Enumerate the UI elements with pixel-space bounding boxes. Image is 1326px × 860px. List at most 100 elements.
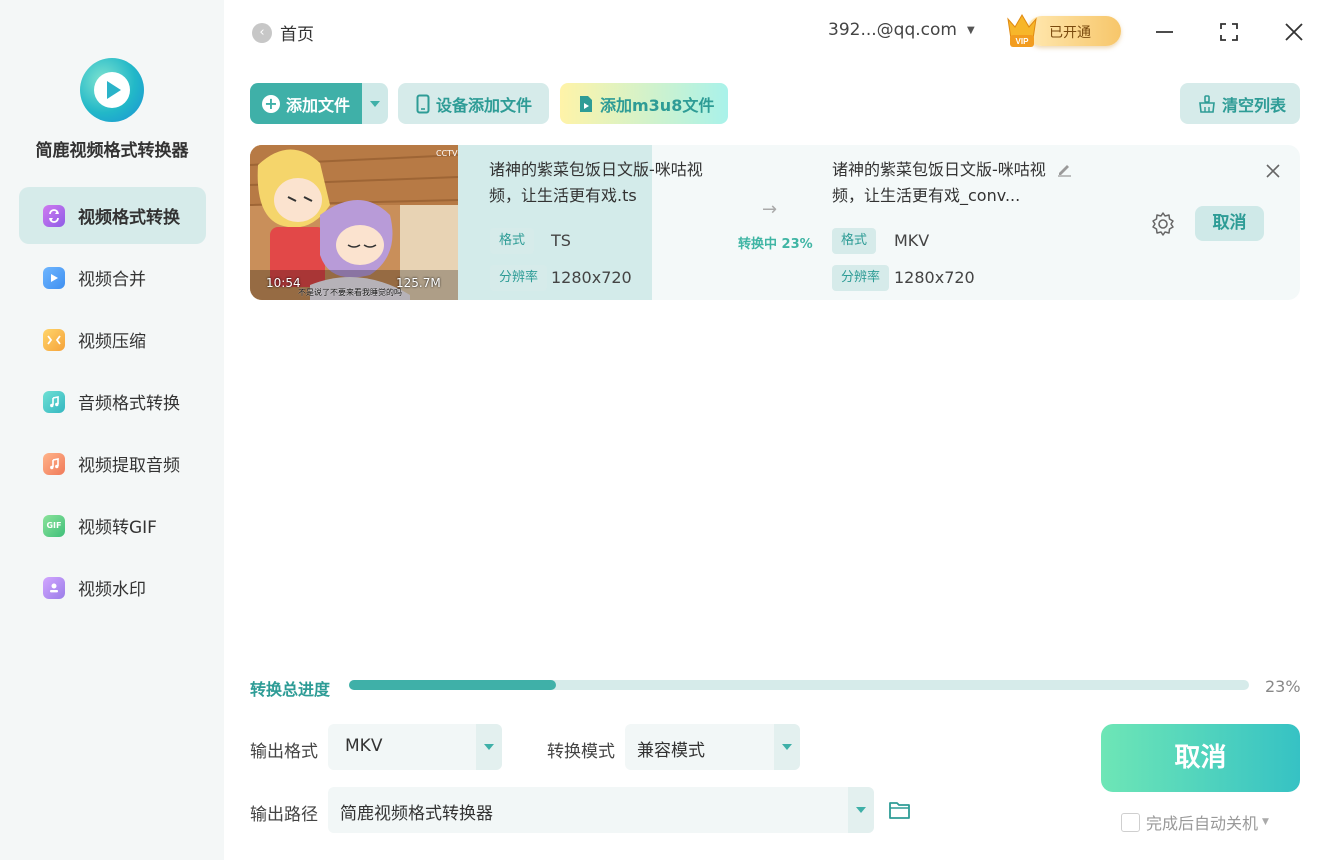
sidebar-item-extract-audio[interactable]: 视频提取音频	[19, 435, 206, 492]
add-file-button[interactable]: + 添加文件	[250, 83, 362, 124]
gif-icon: GIF	[43, 514, 65, 537]
total-progress-bar	[349, 680, 1249, 690]
vip-badge-text: VIP	[1016, 37, 1030, 46]
target-format-tag: 格式	[832, 228, 877, 254]
add-m3u8-label: 添加m3u8文件	[600, 95, 715, 115]
convert-icon	[43, 204, 65, 227]
convert-mode-value: 兼容模式	[637, 741, 705, 761]
close-icon	[1285, 23, 1303, 41]
sidebar-item-video-merge[interactable]: 视频合并	[19, 249, 206, 306]
convert-mode-select[interactable]: 兼容模式	[625, 724, 800, 770]
output-path-select[interactable]: 简鹿视频格式转换器	[328, 787, 874, 833]
add-file-dropdown[interactable]	[362, 83, 388, 124]
home-link[interactable]: ‹ 首页	[252, 20, 314, 45]
video-subtitle: 不是说了不要来看我睡觉的吗	[298, 288, 402, 297]
source-format-tag: 格式	[490, 228, 535, 254]
chevron-down-icon	[856, 807, 866, 813]
compress-icon	[43, 328, 65, 351]
sidebar-item-label: 视频提取音频	[78, 456, 180, 476]
video-thumbnail[interactable]: CCTV 10:54 125.7M 不是说了不要来看我睡觉的吗	[250, 145, 458, 300]
minimize-button[interactable]	[1151, 18, 1179, 46]
sidebar-item-label: 视频格式转换	[78, 208, 180, 228]
chevron-down-icon	[484, 744, 494, 750]
account-email: 392...@qq.com	[828, 20, 957, 40]
phone-icon	[416, 94, 430, 114]
chevron-down-icon	[782, 744, 792, 750]
merge-icon	[43, 266, 65, 289]
add-m3u8-button[interactable]: 添加m3u8文件	[560, 83, 728, 124]
account-menu[interactable]: 392...@qq.com ▼	[828, 20, 975, 40]
clear-list-button[interactable]: 清空列表	[1180, 83, 1300, 124]
video-size: 125.7M	[396, 276, 441, 290]
broom-icon	[1198, 94, 1216, 113]
edit-icon[interactable]	[1056, 161, 1072, 181]
sidebar-item-label: 音频格式转换	[78, 394, 180, 414]
watermark-icon	[43, 576, 65, 599]
sidebar-item-audio-format-convert[interactable]: 音频格式转换	[19, 373, 206, 430]
music-icon	[43, 390, 65, 413]
clear-list-label: 清空列表	[1222, 95, 1287, 115]
maximize-icon	[1220, 23, 1238, 41]
source-filename: 诸神的紫菜包饭日文版-咪咕视频，让生活更有戏.ts	[489, 160, 703, 205]
sidebar-item-video-format-convert[interactable]: 视频格式转换	[19, 187, 206, 244]
sidebar-item-video-to-gif[interactable]: GIF 视频转GIF	[19, 497, 206, 554]
vip-status: 已开通	[1049, 25, 1091, 41]
video-file-icon	[578, 95, 594, 113]
close-window-button[interactable]	[1280, 18, 1308, 46]
settings-button[interactable]	[1150, 211, 1176, 237]
sidebar-item-label: 视频转GIF	[78, 518, 157, 538]
sidebar-item-label: 视频水印	[78, 580, 146, 600]
dropdown-toggle	[774, 724, 800, 770]
cancel-file-button[interactable]: 取消	[1195, 206, 1264, 241]
channel-logo: CCTV	[436, 149, 458, 158]
total-progress-percent: 23%	[1265, 677, 1301, 696]
dropdown-toggle	[848, 787, 874, 833]
extract-audio-icon	[43, 452, 65, 475]
output-format-value: MKV	[345, 736, 383, 756]
app-logo	[80, 58, 144, 122]
source-format-value: TS	[551, 231, 571, 250]
minimize-icon	[1156, 31, 1173, 33]
total-progress-fill	[349, 680, 556, 690]
plus-icon: +	[262, 94, 280, 113]
target-filename: 诸神的紫菜包饭日文版-咪咕视频，让生活更有戏_conv...	[832, 160, 1046, 205]
device-add-label: 设备添加文件	[436, 95, 533, 115]
maximize-button[interactable]	[1215, 18, 1243, 46]
folder-icon	[889, 802, 910, 819]
source-resolution-tag: 分辨率	[490, 265, 548, 291]
sidebar-item-video-compress[interactable]: 视频压缩	[19, 311, 206, 368]
target-resolution-tag: 分辨率	[832, 265, 890, 291]
output-path-value: 简鹿视频格式转换器	[340, 804, 493, 824]
output-format-select[interactable]: MKV	[328, 724, 502, 770]
auto-shutdown-label: 完成后自动关机	[1146, 814, 1259, 833]
convert-mode-label: 转换模式	[547, 742, 615, 762]
sidebar-item-video-watermark[interactable]: 视频水印	[19, 559, 206, 616]
crown-icon: VIP	[1007, 14, 1037, 47]
gear-icon	[1152, 212, 1174, 236]
add-file-label: 添加文件	[286, 95, 351, 115]
auto-shutdown-checkbox[interactable]	[1121, 812, 1140, 832]
dropdown-toggle	[476, 724, 502, 770]
target-format-value: MKV	[894, 231, 930, 250]
sidebar-item-label: 视频合并	[78, 270, 146, 290]
home-label: 首页	[280, 25, 314, 45]
sidebar-item-label: 视频压缩	[78, 332, 146, 352]
conversion-status: 转换中 23%	[738, 237, 813, 252]
remove-file-button[interactable]	[1263, 161, 1283, 181]
device-add-file-button[interactable]: 设备添加文件	[398, 83, 549, 124]
auto-shutdown-toggle[interactable]: 完成后自动关机 ▼	[1121, 810, 1269, 834]
app-name: 简鹿视频格式转换器	[35, 141, 189, 161]
output-format-label: 输出格式	[250, 742, 318, 762]
caret-down-icon: ▼	[1262, 817, 1269, 827]
target-resolution-value: 1280x720	[894, 268, 975, 287]
file-row: CCTV 10:54 125.7M 不是说了不要来看我睡觉的吗 诸神的紫菜包饭日…	[250, 145, 1300, 300]
video-duration: 10:54	[266, 276, 301, 290]
output-path-label: 输出路径	[250, 805, 318, 825]
open-folder-button[interactable]	[888, 799, 912, 825]
cancel-all-button[interactable]: 取消	[1101, 724, 1300, 792]
caret-down-icon: ▼	[966, 24, 975, 36]
back-arrow-icon: ‹	[252, 22, 272, 43]
source-resolution-value: 1280x720	[551, 268, 632, 287]
close-icon	[1266, 164, 1280, 178]
chevron-down-icon	[370, 100, 380, 107]
